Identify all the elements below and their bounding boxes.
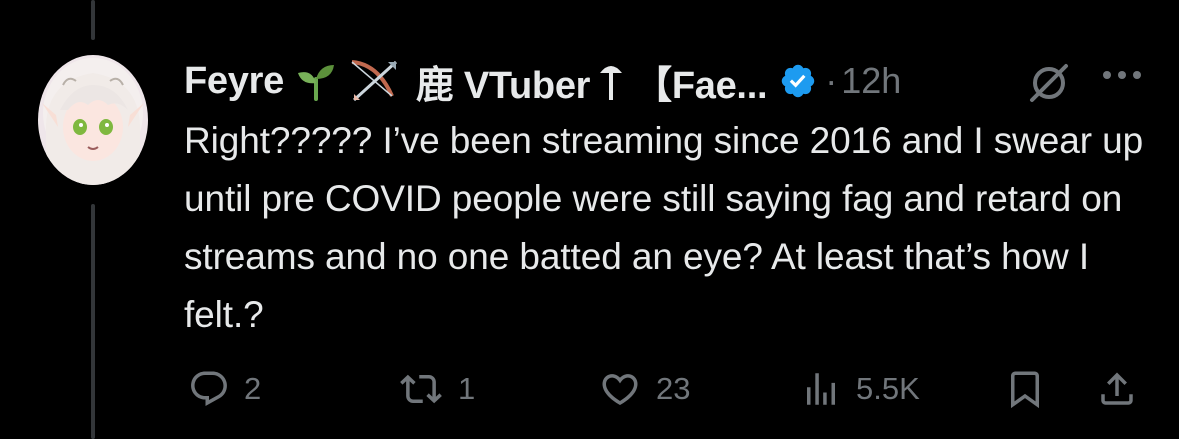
timestamp[interactable]: 12h [841,60,901,102]
bow-and-arrow-emoji [348,56,404,106]
heart-icon [598,368,642,410]
thread-line-top [91,0,95,40]
share-icon [1096,368,1138,410]
views-button[interactable]: 5.5K [800,368,920,410]
mushroom-emoji [598,59,624,103]
views-count: 5.5K [856,371,920,406]
repost-icon [398,368,444,410]
more-icon[interactable] [1100,68,1144,87]
action-bar: 2 1 23 5.5K [0,360,1179,420]
reply-icon [188,368,230,410]
grok-icon[interactable] [1026,60,1072,111]
bookmark-icon [1004,368,1046,410]
like-button[interactable]: 23 [598,368,690,410]
author-name[interactable]: Feyre [184,60,284,103]
author-name-bracket[interactable]: 【Fae... [634,54,767,109]
reply-count: 2 [244,371,262,406]
share-button[interactable] [1096,368,1138,410]
bookmark-button[interactable] [1004,368,1046,410]
views-icon [800,368,842,410]
avatar[interactable] [38,55,148,185]
author-name-rest[interactable]: 鹿 VTuber [416,54,591,109]
separator-dot: · [825,60,838,101]
tweet-text: Right????? I’ve been streaming since 201… [184,120,1144,335]
repost-button[interactable]: 1 [398,368,475,410]
seedling-emoji [296,61,336,101]
verified-badge-icon [779,62,817,100]
reply-button[interactable]: 2 [188,368,261,410]
like-count: 23 [656,371,691,406]
tweet-header: Feyre 鹿 VTuber 【Fae... · 12h [184,52,901,110]
repost-count: 1 [458,371,476,406]
